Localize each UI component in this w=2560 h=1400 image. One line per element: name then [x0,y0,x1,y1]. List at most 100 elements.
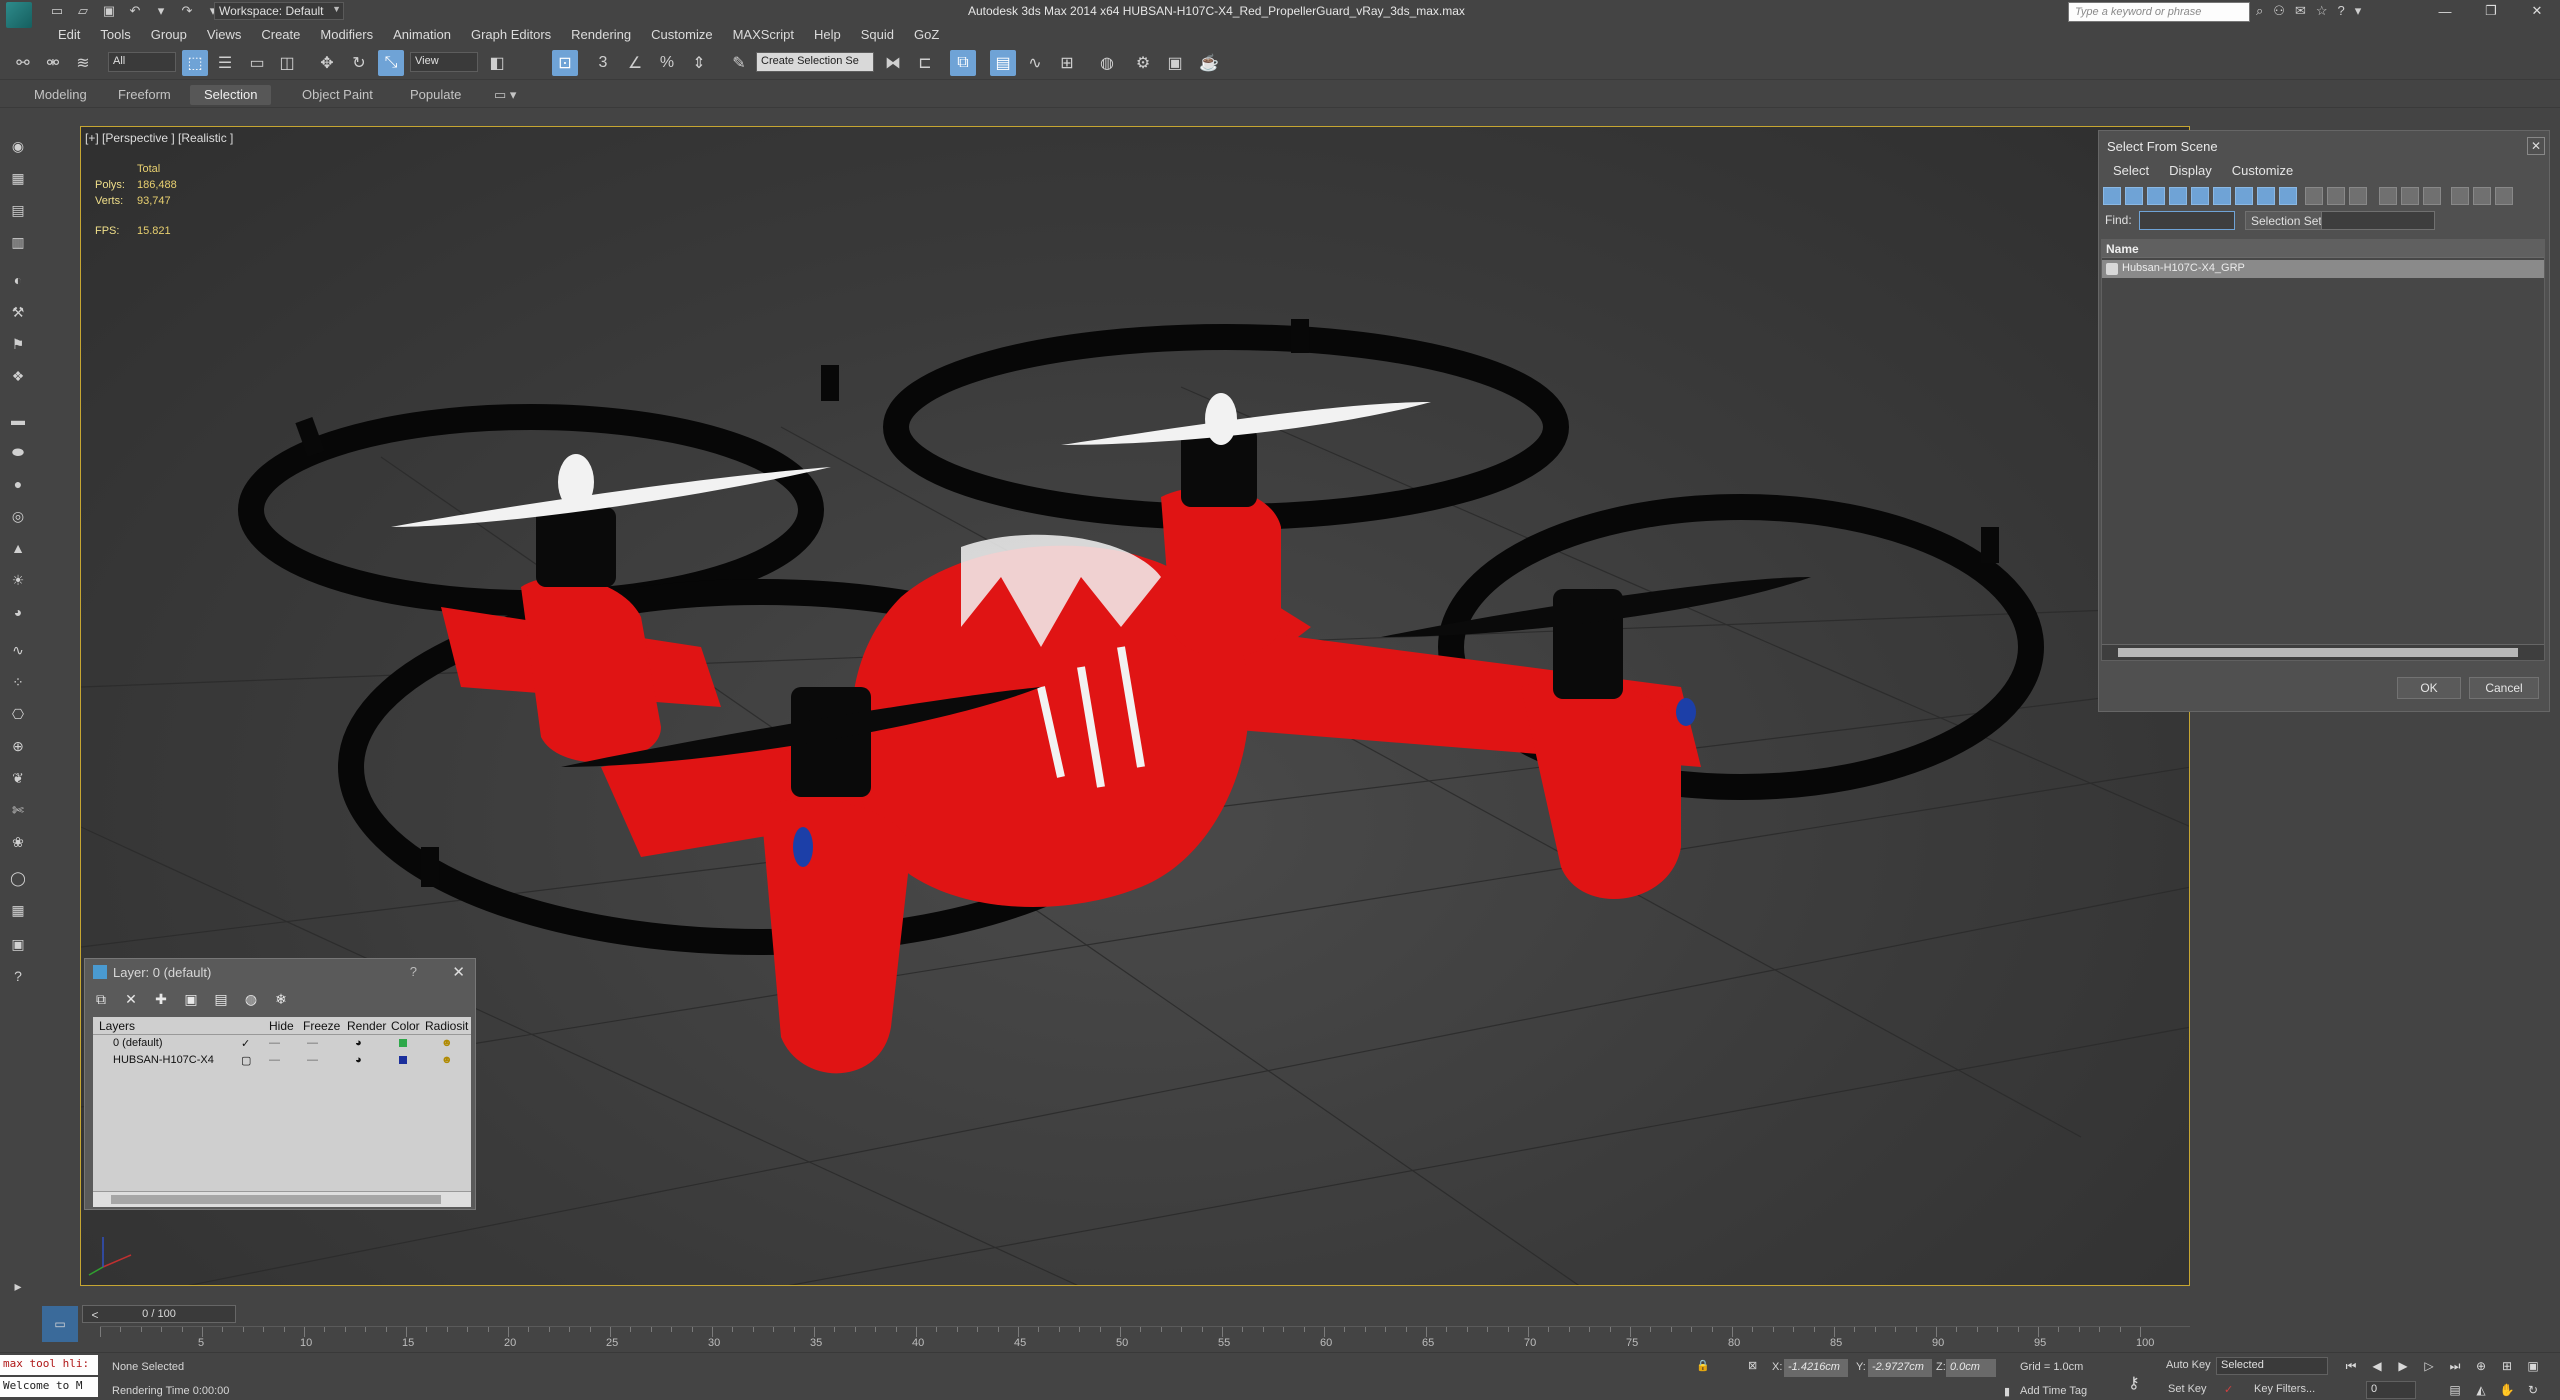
rectangular-selection-icon[interactable]: ▭ [244,50,270,76]
help-circle-icon[interactable]: ? [8,966,28,986]
snaps-toggle-icon[interactable]: 3 [590,50,616,76]
display-spacewarps-icon[interactable] [2213,187,2231,205]
auto-key-button[interactable]: Auto Key [2166,1359,2211,1371]
scrollbar-thumb[interactable] [2118,648,2518,657]
motion-panel-icon[interactable]: ▥ [8,232,28,252]
help-dropdown-icon[interactable]: ▾ [2355,3,2362,19]
display-containers-icon[interactable] [2305,187,2323,205]
field-of-view-icon[interactable]: ◭ [2470,1381,2492,1399]
create-panel-icon[interactable]: ◉ [8,136,28,156]
key-filter-icon[interactable]: ✓ [2224,1383,2233,1396]
display-frozen-icon[interactable] [2327,187,2345,205]
zoom-all-icon[interactable]: ⊞ [2496,1357,2518,1375]
menu-squid[interactable]: Squid [851,25,904,45]
angle-snap-icon[interactable]: ∠ [622,50,648,76]
ok-button[interactable]: OK [2397,677,2461,699]
help-icon[interactable]: ? [410,964,417,979]
modify-panel-icon[interactable]: ▦ [8,168,28,188]
time-tag-icon[interactable]: ▮ [2004,1385,2010,1398]
spinner-snap-icon[interactable]: ⇕ [686,50,712,76]
maxscript-listener-input[interactable]: Welcome to M [0,1377,98,1397]
prev-frame-icon[interactable]: < [84,1306,106,1324]
3dsmax-app-icon[interactable] [6,2,32,28]
layer-color-swatch[interactable] [399,1039,407,1047]
hide-toggle[interactable]: — [269,1037,280,1049]
y-coordinate-field[interactable]: -2.9727cm [1868,1359,1932,1377]
tab-object-paint[interactable]: Object Paint [288,85,387,105]
tab-modeling[interactable]: Modeling [20,85,101,105]
reference-coordinate-dropdown[interactable]: View [410,52,478,72]
zoom-icon[interactable]: ⊕ [2470,1357,2492,1375]
percent-snap-icon[interactable]: % [654,50,680,76]
add-to-layer-icon[interactable]: ✚ [153,991,169,1007]
redo-icon[interactable]: ↷ [178,2,196,20]
display-helpers-icon[interactable] [2191,187,2209,205]
undo-dropdown-icon[interactable]: ▾ [152,2,170,20]
cloth-icon[interactable]: ❀ [8,832,28,852]
horizontal-scrollbar[interactable] [2102,644,2544,660]
display-xrefs-icon[interactable] [2257,187,2275,205]
select-highlighted-icon[interactable]: ▣ [183,991,199,1007]
helper-tape-icon[interactable]: ⚑ [8,334,28,354]
create-layer-icon[interactable]: ⧉ [93,991,109,1007]
select-and-rotate-icon[interactable]: ↻ [346,50,372,76]
previous-key-icon[interactable]: ◀ [2366,1357,2388,1375]
set-key-icon[interactable]: ⚷ [2128,1373,2140,1393]
new-file-icon[interactable]: ▭ [48,2,66,20]
scene-explorer-icon[interactable]: ❖ [8,366,28,386]
light-icon[interactable]: ☀ [8,570,28,590]
grid-icon[interactable]: ▦ [8,900,28,920]
menu-select[interactable]: Select [2103,161,2159,183]
close-icon[interactable]: ✕ [452,963,465,981]
column-hide[interactable]: Hide [269,1019,294,1033]
menu-maxscript[interactable]: MAXScript [723,25,804,45]
display-bones-icon[interactable] [2279,187,2297,205]
menu-goz[interactable]: GoZ [904,25,949,45]
render-production-icon[interactable]: ☕ [1196,50,1222,76]
column-freeze[interactable]: Freeze [303,1019,340,1033]
mini-curve-editor-icon[interactable]: ▭ [42,1306,78,1342]
plant-icon[interactable]: ❦ [8,768,28,788]
mirror-icon[interactable]: ⧓ [880,50,906,76]
curve-editor-icon[interactable]: ∿ [1022,50,1048,76]
pan-view-icon[interactable]: ✋ [2496,1381,2518,1399]
menu-display[interactable]: Display [2159,161,2222,183]
signin-icon[interactable]: ⚇ [2273,3,2285,19]
display-lights-icon[interactable] [2147,187,2165,205]
menu-rendering[interactable]: Rendering [561,25,641,45]
add-time-tag[interactable]: Add Time Tag [2020,1385,2087,1397]
select-object-icon[interactable]: ⬚ [182,50,208,76]
z-coordinate-field[interactable]: 0.0cm [1946,1359,1996,1377]
graphite-ribbon-icon[interactable]: ▤ [990,50,1016,76]
horizontal-scrollbar[interactable] [93,1191,471,1207]
column-color[interactable]: Color [391,1019,420,1033]
freeze-toggle[interactable]: — [307,1054,318,1066]
time-slider[interactable]: 0 / 100 [82,1304,2192,1324]
list-view-icon[interactable] [2495,187,2513,205]
torus-icon[interactable]: ◎ [8,506,28,526]
particles-icon[interactable]: ⁘ [8,672,28,692]
menu-modifiers[interactable]: Modifiers [310,25,383,45]
render-teapot-icon[interactable]: ◕ [355,1054,362,1066]
menu-tools[interactable]: Tools [90,25,140,45]
sort-icon[interactable] [2473,187,2491,205]
tab-freeform[interactable]: Freeform [104,85,185,105]
layer-color-swatch[interactable] [399,1056,407,1064]
radiosity-icon[interactable]: ☻ [441,1054,453,1066]
utilities-panel-icon[interactable]: ⚒ [8,302,28,322]
menu-customize[interactable]: Customize [641,25,722,45]
menu-create[interactable]: Create [251,25,310,45]
workspace-dropdown[interactable]: Workspace: Default ▼ [214,2,344,20]
select-and-link-icon[interactable]: ⚯ [10,50,36,76]
box-primitive-icon[interactable]: ▬ [8,410,28,430]
render-setup-icon[interactable]: ⚙ [1130,50,1156,76]
key-mode-dropdown[interactable]: Selected [2216,1357,2328,1375]
minimize-icon[interactable]: — [2422,0,2468,22]
select-invert-icon[interactable] [2423,187,2441,205]
zoom-extents-icon[interactable]: ▣ [2522,1357,2544,1375]
display-geometry-icon[interactable] [2103,187,2121,205]
scrollbar-thumb[interactable] [111,1195,441,1204]
menu-edit[interactable]: Edit [48,25,90,45]
display-shapes-icon[interactable] [2125,187,2143,205]
select-and-scale-icon[interactable]: ⤡ [378,50,404,76]
